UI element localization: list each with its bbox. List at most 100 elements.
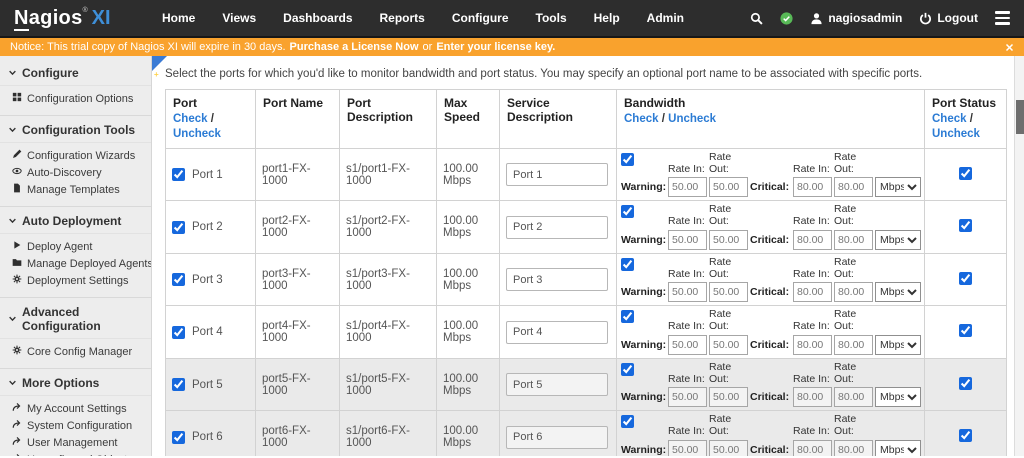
sidebar-item-core-config-manager[interactable]: Core Config Manager	[0, 344, 151, 361]
port-check-all-link[interactable]: Check	[173, 113, 208, 125]
warning-rate-out-input[interactable]	[709, 229, 748, 250]
warning-rate-in-input[interactable]	[668, 387, 707, 408]
enter-license-link[interactable]: Enter your license key.	[436, 41, 555, 53]
service-description-input[interactable]	[506, 268, 608, 292]
service-description-input[interactable]	[506, 425, 608, 449]
port-checkbox[interactable]	[172, 430, 185, 444]
sidebar-item-configuration-wizards[interactable]: Configuration Wizards	[0, 148, 151, 165]
warning-rate-out-input[interactable]	[709, 334, 748, 355]
unit-select[interactable]: Mbps	[875, 177, 921, 198]
bandwidth-checkbox[interactable]	[621, 362, 634, 376]
warning-rate-in-input[interactable]	[668, 282, 707, 303]
unit-select[interactable]: Mbps	[875, 282, 921, 303]
unit-select[interactable]: Mbps	[875, 334, 921, 355]
critical-rate-in-input[interactable]	[793, 439, 832, 456]
nagios-logo[interactable]: Nagios® XI	[0, 6, 152, 31]
sidebar-section-header[interactable]: Configuration Tools	[0, 116, 151, 143]
critical-rate-in-input[interactable]	[793, 229, 832, 250]
warning-rate-in-input[interactable]	[668, 229, 707, 250]
purchase-license-link[interactable]: Purchase a License Now	[290, 41, 419, 53]
sidebar-section-header[interactable]: More Options	[0, 369, 151, 396]
scrollbar-thumb[interactable]	[1016, 100, 1024, 134]
search-icon[interactable]	[750, 12, 763, 25]
sidebar-item-manage-deployed-agents[interactable]: Manage Deployed Agents	[0, 256, 151, 273]
critical-rate-out-input[interactable]	[834, 387, 873, 408]
critical-rate-out-input[interactable]	[834, 334, 873, 355]
port-status-checkbox[interactable]	[959, 271, 972, 285]
critical-rate-out-input[interactable]	[834, 229, 873, 250]
warning-rate-in-input[interactable]	[668, 334, 707, 355]
sidebar-section-header[interactable]: Advanced Configuration	[0, 298, 151, 339]
bandwidth-checkbox[interactable]	[621, 257, 634, 271]
status-check-all-link[interactable]: Check	[932, 113, 967, 125]
port-status-checkbox[interactable]	[959, 324, 972, 338]
critical-rate-out-input[interactable]	[834, 177, 873, 198]
critical-rate-in-input[interactable]	[793, 282, 832, 303]
port-uncheck-all-link[interactable]: Uncheck	[173, 128, 221, 140]
sidebar-item-auto-discovery[interactable]: Auto-Discovery	[0, 165, 151, 182]
service-description-input[interactable]	[506, 163, 608, 187]
warning-rate-out-input[interactable]	[709, 387, 748, 408]
sidebar-item-unconfigured-objects[interactable]: Unconfigured Objects	[0, 452, 151, 456]
user-menu[interactable]: nagiosadmin	[810, 11, 902, 25]
nav-item-dashboards[interactable]: Dashboards	[283, 11, 352, 25]
bandwidth-check-all-link[interactable]: Check	[624, 113, 659, 125]
critical-rate-in-input[interactable]	[793, 387, 832, 408]
sidebar-item-deployment-settings[interactable]: Deployment Settings	[0, 273, 151, 290]
vertical-scrollbar[interactable]	[1014, 56, 1024, 456]
bandwidth-checkbox[interactable]	[621, 310, 634, 324]
port-status-checkbox[interactable]	[959, 166, 972, 180]
sidebar-item-user-management[interactable]: User Management	[0, 435, 151, 452]
bandwidth-uncheck-all-link[interactable]: Uncheck	[668, 113, 716, 125]
port-status-checkbox[interactable]	[959, 219, 972, 233]
critical-rate-in-input[interactable]	[793, 334, 832, 355]
sidebar-item-my-account-settings[interactable]: My Account Settings	[0, 401, 151, 418]
port-checkbox[interactable]	[172, 168, 185, 182]
close-icon[interactable]	[1005, 43, 1014, 52]
port-checkbox-label[interactable]: Port 5	[172, 378, 249, 392]
warning-rate-out-input[interactable]	[709, 177, 748, 198]
port-checkbox[interactable]	[172, 325, 185, 339]
unit-select[interactable]: Mbps	[875, 387, 921, 408]
sidebar-item-manage-templates[interactable]: Manage Templates	[0, 182, 151, 199]
sidebar-section-header[interactable]: Configure	[0, 59, 151, 86]
status-uncheck-all-link[interactable]: Uncheck	[932, 128, 980, 140]
sidebar-item-configuration-options[interactable]: Configuration Options	[0, 91, 151, 108]
port-checkbox-label[interactable]: Port 1	[172, 168, 249, 182]
nav-item-configure[interactable]: Configure	[452, 11, 509, 25]
port-checkbox[interactable]	[172, 378, 185, 392]
bandwidth-checkbox[interactable]	[621, 415, 634, 429]
warning-rate-in-input[interactable]	[668, 439, 707, 456]
nav-item-help[interactable]: Help	[594, 11, 620, 25]
port-checkbox-label[interactable]: Port 6	[172, 430, 249, 444]
service-description-input[interactable]	[506, 215, 608, 239]
status-ok-icon[interactable]	[780, 11, 793, 25]
nav-item-views[interactable]: Views	[222, 11, 256, 25]
collapse-sidebar-corner[interactable]: +	[152, 56, 167, 79]
nav-item-reports[interactable]: Reports	[380, 11, 425, 25]
bandwidth-checkbox[interactable]	[621, 205, 634, 219]
critical-rate-out-input[interactable]	[834, 282, 873, 303]
sidebar-item-system-configuration[interactable]: System Configuration	[0, 418, 151, 435]
critical-rate-out-input[interactable]	[834, 439, 873, 456]
service-description-input[interactable]	[506, 320, 608, 344]
sidebar-section-header[interactable]: Auto Deployment	[0, 207, 151, 234]
port-status-checkbox[interactable]	[959, 429, 972, 443]
port-status-checkbox[interactable]	[959, 376, 972, 390]
nav-item-home[interactable]: Home	[162, 11, 195, 25]
critical-rate-in-input[interactable]	[793, 177, 832, 198]
logout-button[interactable]: Logout	[919, 11, 978, 25]
warning-rate-out-input[interactable]	[709, 282, 748, 303]
port-checkbox-label[interactable]: Port 2	[172, 220, 249, 234]
hamburger-icon[interactable]	[995, 11, 1010, 25]
nav-item-admin[interactable]: Admin	[647, 11, 684, 25]
warning-rate-out-input[interactable]	[709, 439, 748, 456]
service-description-input[interactable]	[506, 373, 608, 397]
sidebar-item-deploy-agent[interactable]: Deploy Agent	[0, 239, 151, 256]
port-checkbox[interactable]	[172, 273, 185, 287]
port-checkbox-label[interactable]: Port 4	[172, 325, 249, 339]
nav-item-tools[interactable]: Tools	[536, 11, 567, 25]
bandwidth-checkbox[interactable]	[621, 152, 634, 166]
port-checkbox[interactable]	[172, 220, 185, 234]
unit-select[interactable]: Mbps	[875, 229, 921, 250]
